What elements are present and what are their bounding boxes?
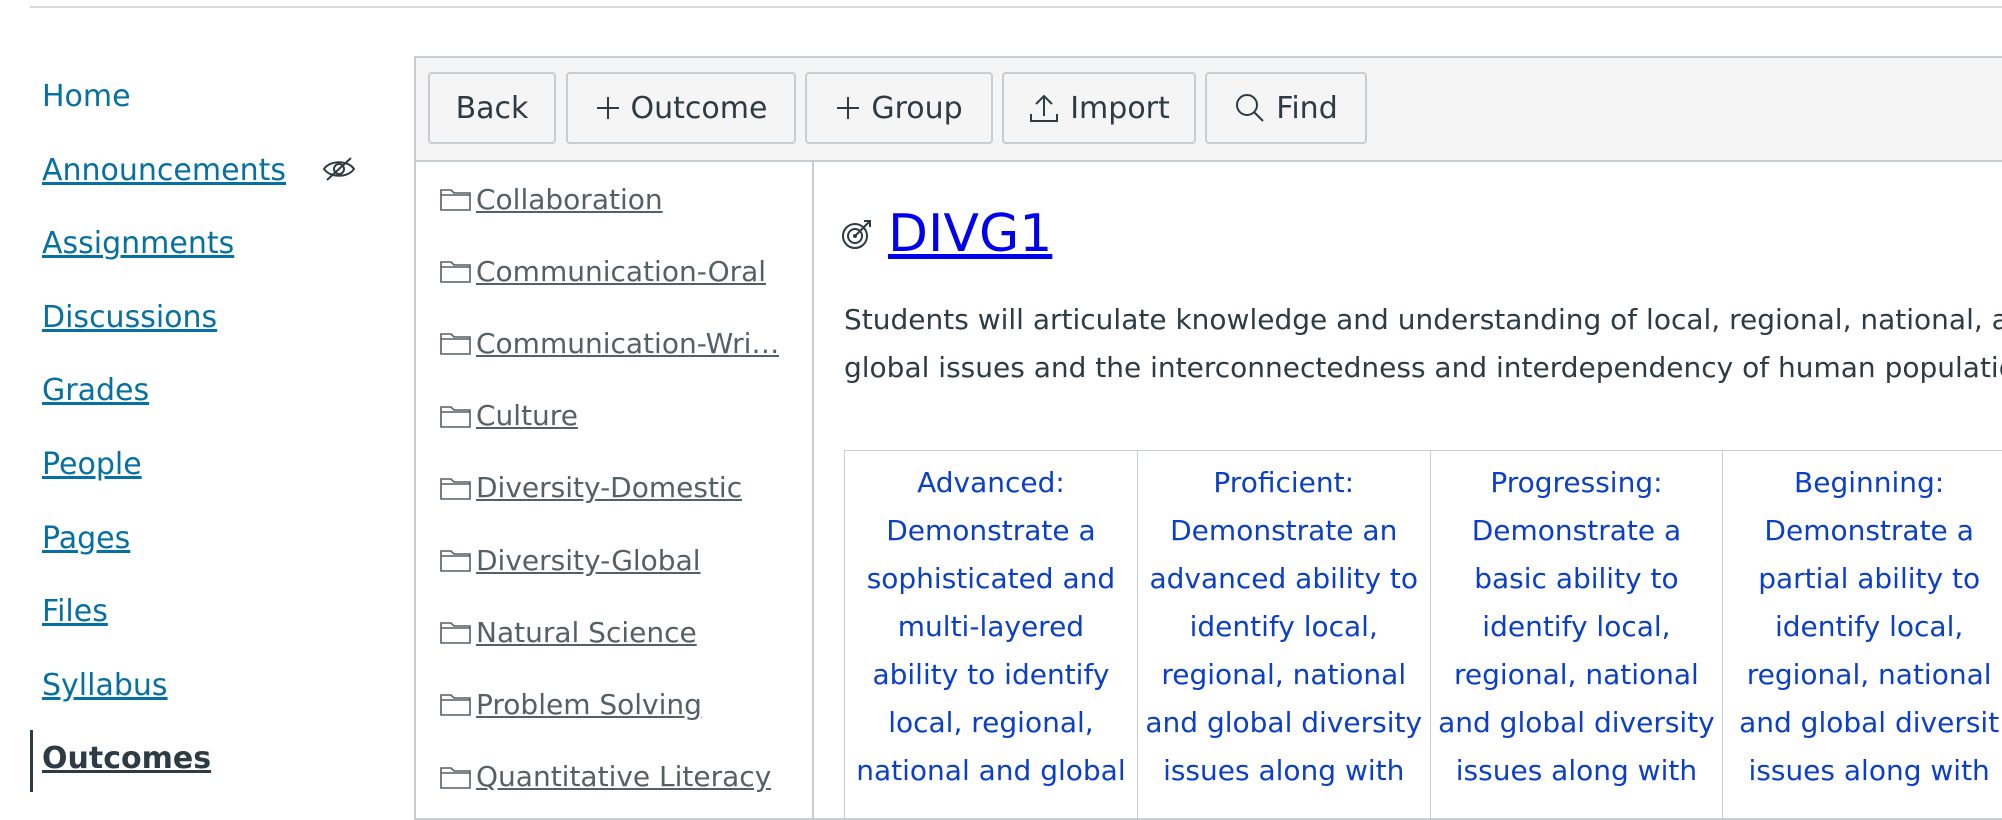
folder-label: Culture: [476, 399, 578, 432]
rating-text-line: Demonstrate a: [847, 507, 1135, 555]
outcome-title-link[interactable]: DIVG1: [888, 204, 1052, 264]
plus-icon: [835, 95, 861, 121]
folder-icon: [440, 330, 472, 356]
back-button-label: Back: [456, 91, 529, 126]
folder-item[interactable]: Collaboration: [416, 163, 812, 235]
nav-announcements-label: Announcements: [42, 153, 286, 188]
add-outcome-label: Outcome: [631, 91, 768, 126]
nav-files[interactable]: Files: [0, 575, 390, 649]
folder-item[interactable]: Communication-Wri…: [416, 307, 812, 379]
rating-text-line: basic ability to: [1433, 555, 1721, 603]
folder-item[interactable]: Diversity-Domestic: [416, 452, 812, 524]
nav-announcements[interactable]: Announcements: [0, 134, 390, 208]
rating-text-line: regional, national: [1140, 651, 1428, 699]
folder-icon: [440, 258, 472, 284]
rating-text-line: Demonstrate a: [1725, 507, 2002, 555]
rating-text-line: issues along with: [1433, 747, 1721, 795]
rating-text-line: Proficient:: [1140, 459, 1428, 507]
rating-text-line: and global diversit: [1725, 699, 2002, 747]
rating-text-line: multi-layered: [847, 603, 1135, 651]
rating-text-line: national and global: [847, 747, 1135, 795]
folder-item[interactable]: Quantitative Literacy: [416, 741, 812, 813]
rating-text-line: sophisticated and: [847, 555, 1135, 603]
outcome-heading: DIVG1: [840, 204, 1052, 264]
outcome-detail: DIVG1 Students will articulate knowledge…: [814, 162, 2002, 818]
nav-syllabus[interactable]: Syllabus: [0, 649, 390, 723]
outcome-description-line: Students will articulate knowledge and u…: [844, 296, 2002, 344]
plus-icon: [595, 95, 621, 121]
rating-text-line: identify local,: [1725, 603, 2002, 651]
rating-text-line: Demonstrate an: [1140, 507, 1428, 555]
add-group-label: Group: [871, 91, 962, 126]
rating-cell: Beginning:Demonstrate apartial ability t…: [1723, 451, 2002, 819]
outcome-folder-list: Collaboration Communication-Oral Communica…: [416, 162, 814, 818]
nav-pages[interactable]: Pages: [0, 502, 390, 576]
outcome-description: Students will articulate knowledge and u…: [844, 296, 2002, 392]
folder-icon: [440, 403, 472, 429]
rating-text-line: Progressing:: [1433, 459, 1721, 507]
hidden-eye-icon[interactable]: [322, 156, 356, 182]
folder-item[interactable]: Diversity-Global: [416, 524, 812, 596]
rating-cell: Progressing:Demonstrate abasic ability t…: [1430, 451, 1723, 819]
folder-icon: [440, 619, 472, 645]
nav-assignments[interactable]: Assignments: [0, 207, 390, 281]
rating-text-line: Beginning:: [1725, 459, 2002, 507]
import-button-label: Import: [1070, 91, 1170, 126]
folder-label: Communication-Wri…: [476, 327, 779, 360]
outcomes-toolbar: Back Outcome Group Import Find: [416, 58, 2002, 162]
folder-item[interactable]: Communication-Oral: [416, 235, 812, 307]
folder-item[interactable]: Problem Solving: [416, 668, 812, 740]
search-icon: [1234, 92, 1266, 124]
add-group-button[interactable]: Group: [805, 72, 993, 144]
nav-outcomes[interactable]: Outcomes: [0, 722, 390, 796]
outcomes-panel: Back Outcome Group Import Find Collabora…: [414, 56, 2002, 820]
find-button-label: Find: [1276, 91, 1337, 126]
folder-icon: [440, 691, 472, 717]
upload-icon: [1028, 92, 1060, 124]
rating-text-line: issues along with: [1140, 747, 1428, 795]
rating-text-line: regional, national: [1433, 651, 1721, 699]
folder-item[interactable]: Culture: [416, 380, 812, 452]
rating-text-line: Demonstrate a: [1433, 507, 1721, 555]
rating-cell: Advanced:Demonstrate asophisticated andm…: [845, 451, 1138, 819]
folder-icon: [440, 764, 472, 790]
import-button[interactable]: Import: [1002, 72, 1196, 144]
rating-text-line: ability to identify: [847, 651, 1135, 699]
course-navigation: Home Announcements Assignments Discussio…: [0, 60, 390, 796]
ratings-table: Advanced:Demonstrate asophisticated andm…: [844, 450, 2002, 818]
add-outcome-button[interactable]: Outcome: [566, 72, 796, 144]
find-button[interactable]: Find: [1205, 72, 1367, 144]
nav-people[interactable]: People: [0, 428, 390, 502]
rating-text-line: local, regional,: [847, 699, 1135, 747]
rating-text-line: advanced ability to: [1140, 555, 1428, 603]
folder-label: Natural Science: [476, 616, 697, 649]
rating-cell: Proficient:Demonstrate anadvanced abilit…: [1137, 451, 1430, 819]
nav-discussions[interactable]: Discussions: [0, 281, 390, 355]
folder-item[interactable]: Natural Science: [416, 596, 812, 668]
outcome-description-line: global issues and the interconnectedness…: [844, 344, 2002, 392]
rating-text-line: and global diversity: [1140, 699, 1428, 747]
ratings-row: Advanced:Demonstrate asophisticated andm…: [845, 451, 2002, 819]
folder-icon: [440, 186, 472, 212]
folder-icon: [440, 475, 472, 501]
folder-label: Quantitative Literacy: [476, 760, 771, 793]
folder-label: Communication-Oral: [476, 255, 766, 288]
nav-home[interactable]: Home: [0, 60, 390, 134]
rating-text-line: and global diversity: [1433, 699, 1721, 747]
target-icon: [840, 217, 874, 251]
back-button[interactable]: Back: [428, 72, 556, 144]
rating-text-line: regional, national: [1725, 651, 2002, 699]
folder-icon: [440, 547, 472, 573]
rating-text-line: issues along with: [1725, 747, 2002, 795]
rating-text-line: Advanced:: [847, 459, 1135, 507]
rating-text-line: identify local,: [1140, 603, 1428, 651]
folder-label: Diversity-Global: [476, 544, 701, 577]
folder-label: Diversity-Domestic: [476, 471, 742, 504]
nav-grades[interactable]: Grades: [0, 354, 390, 428]
folder-label: Problem Solving: [476, 688, 702, 721]
top-divider: [30, 6, 2002, 8]
rating-text-line: identify local,: [1433, 603, 1721, 651]
folder-label: Collaboration: [476, 183, 663, 216]
rating-text-line: partial ability to: [1725, 555, 2002, 603]
